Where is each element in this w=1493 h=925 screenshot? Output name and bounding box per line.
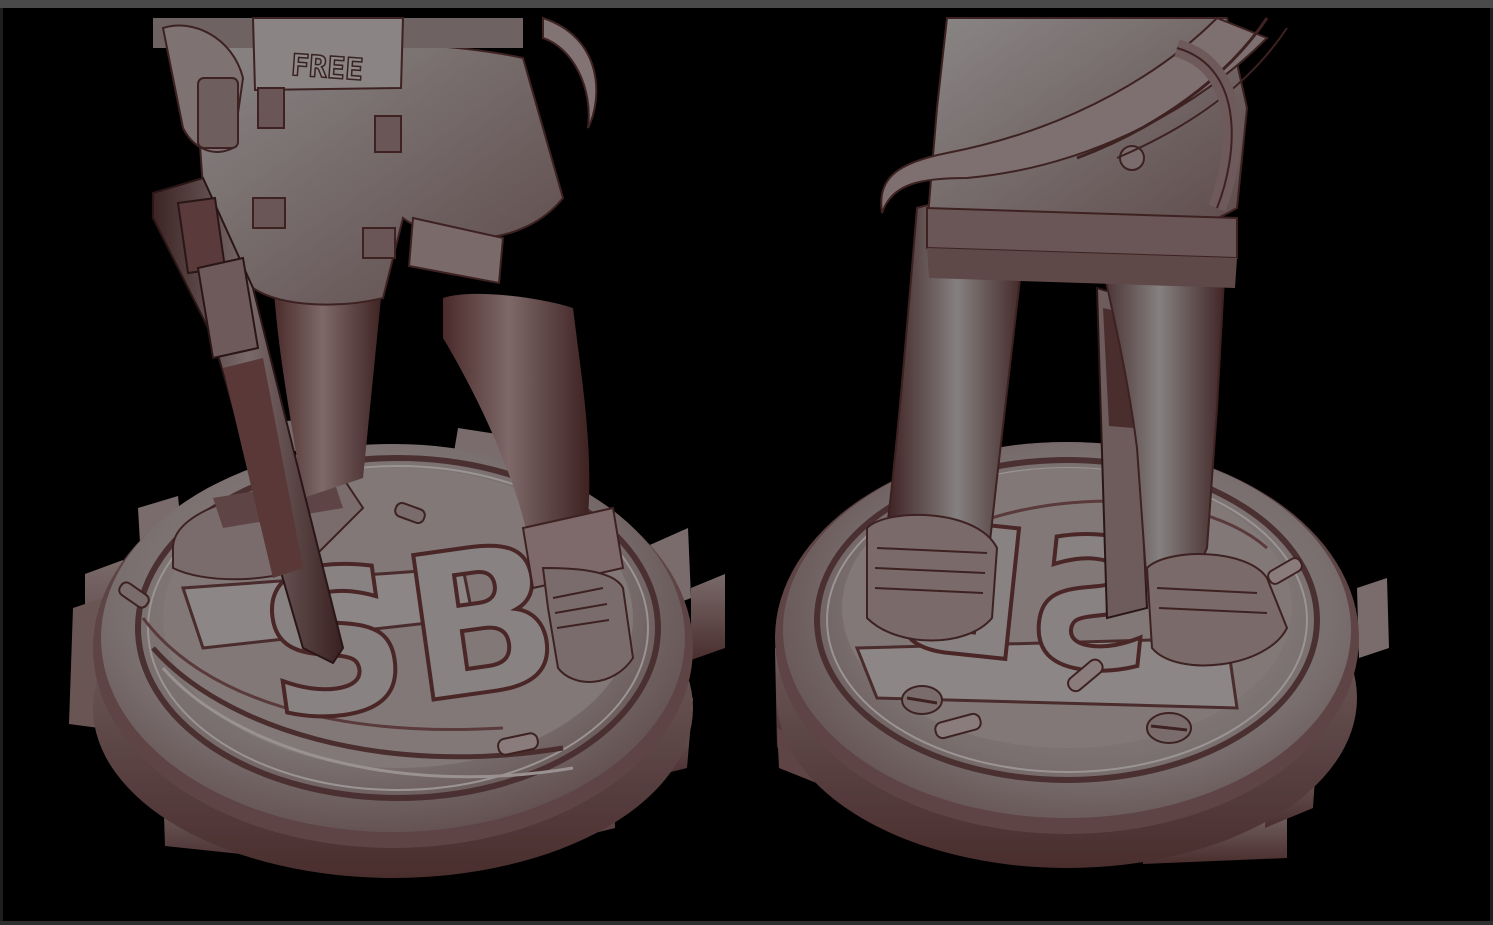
bottom-frame-edge bbox=[0, 921, 1493, 925]
back-view-render: SB bbox=[775, 16, 1389, 868]
viewer-frame: SB FREE SB bbox=[0, 0, 1493, 925]
render-viewport[interactable]: SB FREE SB bbox=[3, 8, 1490, 921]
shorts bbox=[880, 16, 1288, 288]
top-toolbar-strip bbox=[0, 0, 1493, 8]
belt-text: FREE bbox=[290, 48, 365, 88]
front-view-render: SB FREE bbox=[69, 16, 725, 878]
